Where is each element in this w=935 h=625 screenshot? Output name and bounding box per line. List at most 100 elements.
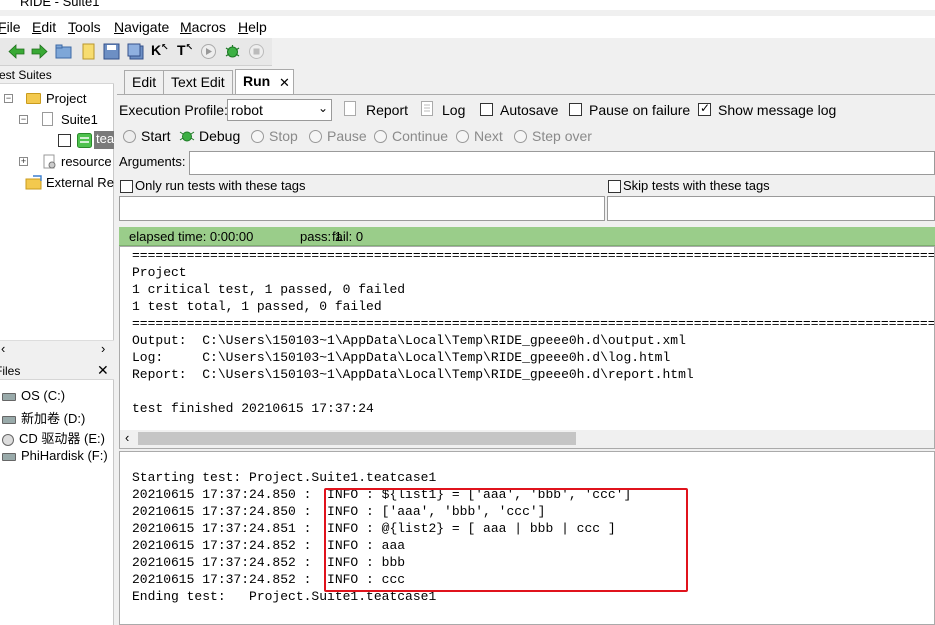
menu-navigate[interactable]: Navigate xyxy=(114,19,169,35)
console-line: Output: C:\Users\150103~1\AppData\Local\… xyxy=(132,333,686,348)
show-message-log-checkbox[interactable]: ✓ xyxy=(698,101,711,116)
drive-e[interactable]: CD 驱动器 (E:) xyxy=(2,428,105,447)
tag-icon[interactable]: T↖ xyxy=(177,42,194,59)
scroll-left-icon[interactable]: ‹ xyxy=(125,430,129,445)
arguments-input[interactable] xyxy=(189,151,935,175)
console-horizontal-scrollbar[interactable]: ‹ xyxy=(120,430,934,448)
message-log-line: Starting test: Project.Suite1.teatcase1 xyxy=(132,470,437,485)
chevron-down-icon: ⌄ xyxy=(317,101,328,115)
title-bar: RIDE - Suite1 xyxy=(0,0,935,10)
collapse-project-icon[interactable]: − xyxy=(4,94,13,103)
only-run-tags-checkbox[interactable] xyxy=(120,180,133,193)
search-keyword-icon[interactable]: K↖ xyxy=(151,42,169,59)
menu-macros[interactable]: Macros xyxy=(180,19,226,35)
next-icon xyxy=(456,130,469,143)
test-suites-pane xyxy=(0,66,114,356)
stop-button[interactable]: Stop xyxy=(251,128,298,144)
console-line: Report: C:\Users\150103~1\AppData\Local\… xyxy=(132,367,694,382)
bug-icon xyxy=(179,131,195,142)
tree-horizontal-scrollbar[interactable]: ‹ › xyxy=(0,340,114,356)
tree-item-suite1[interactable]: Suite1 xyxy=(61,112,98,127)
external-resources-icon xyxy=(25,175,42,190)
close-icon[interactable]: ✕ xyxy=(97,362,109,379)
drive-icon xyxy=(2,452,16,461)
skip-tags-label: Skip tests with these tags xyxy=(623,178,770,193)
drive-f[interactable]: PhiHardisk (F:) xyxy=(2,448,108,463)
stop-icon[interactable] xyxy=(248,43,265,60)
console-output[interactable]: ========================================… xyxy=(119,246,935,449)
test-suites-title: Test Suites xyxy=(0,68,52,82)
scrollbar-thumb[interactable] xyxy=(138,432,576,445)
next-button[interactable]: Next xyxy=(456,128,503,144)
window-title: RIDE - Suite1 xyxy=(20,0,100,9)
highlight-annotation xyxy=(324,488,688,592)
run-icon[interactable] xyxy=(200,43,217,60)
tab-edit[interactable]: Edit xyxy=(124,70,165,94)
log-button[interactable]: Log xyxy=(442,102,465,118)
menu-help[interactable]: Help xyxy=(238,19,267,35)
scroll-right-icon[interactable]: › xyxy=(101,341,105,356)
files-header: Files ✕ xyxy=(0,362,114,380)
console-line: ========================================… xyxy=(132,248,935,263)
check-icon: ✓ xyxy=(700,101,711,115)
pause-icon xyxy=(309,130,322,143)
suite-file-icon xyxy=(42,112,53,126)
step-over-icon xyxy=(514,130,527,143)
menu-tools[interactable]: Tools xyxy=(68,19,101,35)
continue-button[interactable]: Continue xyxy=(374,128,448,144)
drive-icon xyxy=(2,392,16,401)
menu-bar: File Edit Tools Navigate Macros Help xyxy=(0,16,935,38)
start-button[interactable]: Start xyxy=(123,128,171,144)
execution-profile-select[interactable]: robot ⌄ xyxy=(227,99,332,121)
skip-tags-input[interactable] xyxy=(607,196,935,221)
scroll-left-icon[interactable]: ‹ xyxy=(1,341,5,356)
autosave-checkbox[interactable] xyxy=(480,103,493,116)
tree-item-testcase[interactable]: teatcase1 xyxy=(94,131,114,149)
fail-count: fail: 0 xyxy=(332,229,364,244)
forward-arrow-icon[interactable] xyxy=(31,43,48,60)
test-suites-header: Test Suites xyxy=(0,66,114,84)
pause-button[interactable]: Pause xyxy=(309,128,367,144)
drive-c[interactable]: OS (C:) xyxy=(2,388,65,403)
testcase-icon xyxy=(77,133,92,148)
files-title: Files xyxy=(0,364,21,378)
only-run-tags-input[interactable] xyxy=(119,196,605,221)
arguments-label: Arguments: xyxy=(119,154,186,169)
menu-file[interactable]: File xyxy=(0,19,21,35)
close-tab-icon[interactable]: ✕ xyxy=(279,75,290,91)
elapsed-time: elapsed time: 0:00:00 xyxy=(129,229,254,244)
play-icon xyxy=(123,130,136,143)
console-line: Project xyxy=(132,265,187,280)
console-line: 1 test total, 1 passed, 0 failed xyxy=(132,299,382,314)
expand-resource-icon[interactable]: + xyxy=(19,157,28,166)
menu-edit[interactable]: Edit xyxy=(32,19,56,35)
console-line: ========================================… xyxy=(132,316,935,331)
toolbar: K↖ T↖ xyxy=(0,38,272,66)
tree-item-resource[interactable]: resource xyxy=(61,154,112,169)
open-folder-icon[interactable] xyxy=(55,43,72,60)
new-file-icon[interactable] xyxy=(80,43,97,60)
debug-icon[interactable] xyxy=(224,43,241,60)
step-over-button[interactable]: Step over xyxy=(514,128,592,144)
status-bar: elapsed time: 0:00:00 pass: 1 fail: 0 xyxy=(119,227,935,246)
cd-drive-icon xyxy=(2,433,14,446)
back-arrow-icon[interactable] xyxy=(8,43,25,60)
show-message-log-label: Show message log xyxy=(718,102,837,118)
drive-d[interactable]: 新加卷 (D:) xyxy=(2,408,85,427)
save-icon[interactable] xyxy=(103,43,120,60)
debug-button[interactable]: Debug xyxy=(179,128,240,144)
pause-on-failure-checkbox[interactable] xyxy=(569,103,582,116)
tab-run[interactable]: Run ✕ xyxy=(235,69,294,95)
testcase-checkbox[interactable] xyxy=(58,134,71,147)
collapse-suite-icon[interactable]: − xyxy=(19,115,28,124)
save-all-icon[interactable] xyxy=(127,43,144,60)
only-run-tags-label: Only run tests with these tags xyxy=(135,178,306,193)
console-line: Log: C:\Users\150103~1\AppData\Local\Tem… xyxy=(132,350,671,365)
continue-icon xyxy=(374,130,387,143)
report-button[interactable]: Report xyxy=(366,102,408,118)
tree-item-project[interactable]: Project xyxy=(46,91,86,106)
tree-item-external-resources[interactable]: External Resources xyxy=(46,175,114,190)
skip-tags-checkbox[interactable] xyxy=(608,180,621,193)
execution-profile-label: Execution Profile: xyxy=(119,102,228,118)
tab-text-edit[interactable]: Text Edit xyxy=(163,70,233,94)
